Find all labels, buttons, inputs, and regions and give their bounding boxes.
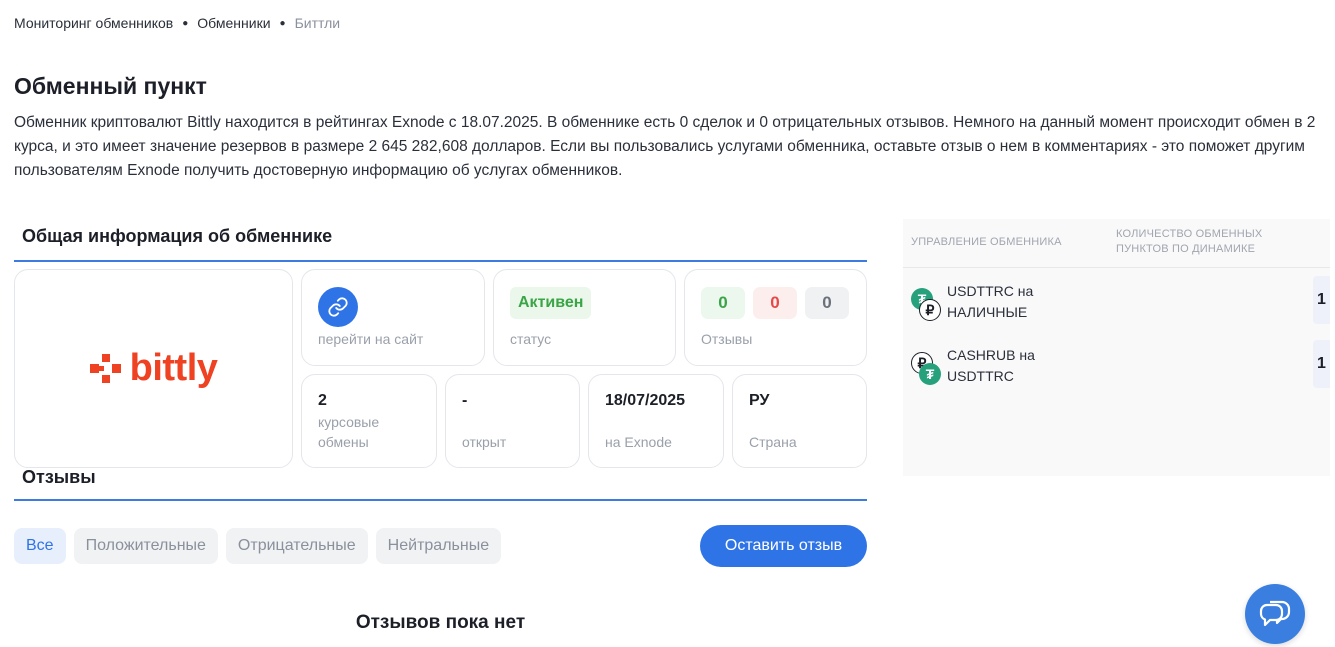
go-to-site-button[interactable] <box>318 287 358 327</box>
status-badge: Активен <box>510 287 592 319</box>
direction-label[interactable]: USDTTRC на НАЛИЧНЫЕ <box>947 281 1067 323</box>
direction-row[interactable]: ₽ ₮ CASHRUB на USDTTRC 1 <box>903 340 1330 392</box>
negative-reviews-count: 0 <box>753 287 797 319</box>
filter-neutral[interactable]: Нейтральные <box>375 528 502 564</box>
no-reviews-message: Отзывов пока нет <box>355 612 526 633</box>
filter-positive[interactable]: Положительные <box>73 528 218 564</box>
chat-icon <box>1259 600 1291 627</box>
page-title: Обменный пункт <box>14 73 207 99</box>
breadcrumb: Мониторинг обменников ● Обменники ● Битт… <box>14 15 340 31</box>
exnode-date-stat-card: 18/07/2025 на Exnode <box>588 374 724 468</box>
bittly-logo-mark-icon <box>89 353 121 383</box>
count-column-header: КОЛИЧЕСТВО ОБМЕННЫХ ПУНКТОВ ПО ДИНАМИКЕ <box>1116 228 1263 255</box>
filter-all[interactable]: Все <box>14 528 66 564</box>
ruble-icon: ₽ <box>919 299 941 321</box>
breadcrumb-item-monitoring[interactable]: Мониторинг обменников <box>14 15 173 31</box>
direction-label[interactable]: CASHRUB на USDTTRC <box>947 345 1067 387</box>
country-value: РУ <box>749 392 770 409</box>
status-card: Активен статус <box>493 269 676 366</box>
rates-label: курсовые обмены <box>318 414 380 450</box>
page-intro: Обменник криптовалют Bittly находится в … <box>14 114 1316 179</box>
bittly-logo-text: bittly <box>129 347 218 389</box>
tether-icon: ₮ <box>919 363 941 385</box>
exchanger-logo-card: bittly <box>14 269 293 468</box>
direction-row[interactable]: ₮ ₽ USDTTRC на НАЛИЧНЫЕ 1 <box>903 276 1330 328</box>
directions-table-header: УПРАВЛЕНИЕ ОБМЕННИКА КОЛИЧЕСТВО ОБМЕННЫХ… <box>903 219 1330 268</box>
reviews-section-title: Отзывы <box>14 467 867 501</box>
chat-button[interactable] <box>1245 584 1305 644</box>
positive-reviews-count: 0 <box>701 287 745 319</box>
exchange-directions-panel: УПРАВЛЕНИЕ ОБМЕННИКА КОЛИЧЕСТВО ОБМЕННЫХ… <box>903 219 1330 476</box>
go-to-site-label[interactable]: перейти на сайт <box>318 331 423 347</box>
breadcrumb-item-exchangers[interactable]: Обменники <box>197 15 270 31</box>
directions-column-header: УПРАВЛЕНИЕ ОБМЕННИКА <box>911 236 1062 248</box>
leave-review-button[interactable]: Оставить отзыв <box>700 525 867 567</box>
country-stat-card: РУ Страна <box>732 374 867 468</box>
opened-stat-card: - открыт <box>445 374 580 468</box>
direction-icons: ₮ ₽ <box>911 288 943 322</box>
status-label: статус <box>510 331 552 347</box>
country-label: Страна <box>749 434 797 450</box>
exnode-date-value: 18/07/2025 <box>605 392 686 409</box>
go-to-site-card[interactable]: перейти на сайт <box>301 269 485 366</box>
neutral-reviews-count: 0 <box>805 287 849 319</box>
opened-value: - <box>462 392 468 409</box>
breadcrumb-separator: ● <box>182 17 189 29</box>
filter-negative[interactable]: Отрицательные <box>225 528 368 564</box>
review-filters: Все Положительные Отрицательные Нейтраль… <box>14 528 502 564</box>
breadcrumb-item-current: Биттли <box>294 15 341 31</box>
exnode-date-label: на Exnode <box>605 434 672 450</box>
breadcrumb-separator: ● <box>279 17 286 29</box>
rates-stat-card: 2 курсовые обмены <box>301 374 437 468</box>
direction-count: 1 <box>1313 340 1330 388</box>
reviews-summary-label: Отзывы <box>701 331 753 347</box>
bittly-logo: bittly <box>89 347 218 390</box>
direction-count: 1 <box>1313 276 1330 324</box>
opened-label: открыт <box>462 434 507 450</box>
direction-icons: ₽ ₮ <box>911 352 943 386</box>
general-info-title: Общая информация об обменнике <box>14 226 867 262</box>
link-icon <box>328 297 348 317</box>
rates-count: 2 <box>318 392 327 409</box>
reviews-summary-card: 0 0 0 Отзывы <box>684 269 867 366</box>
